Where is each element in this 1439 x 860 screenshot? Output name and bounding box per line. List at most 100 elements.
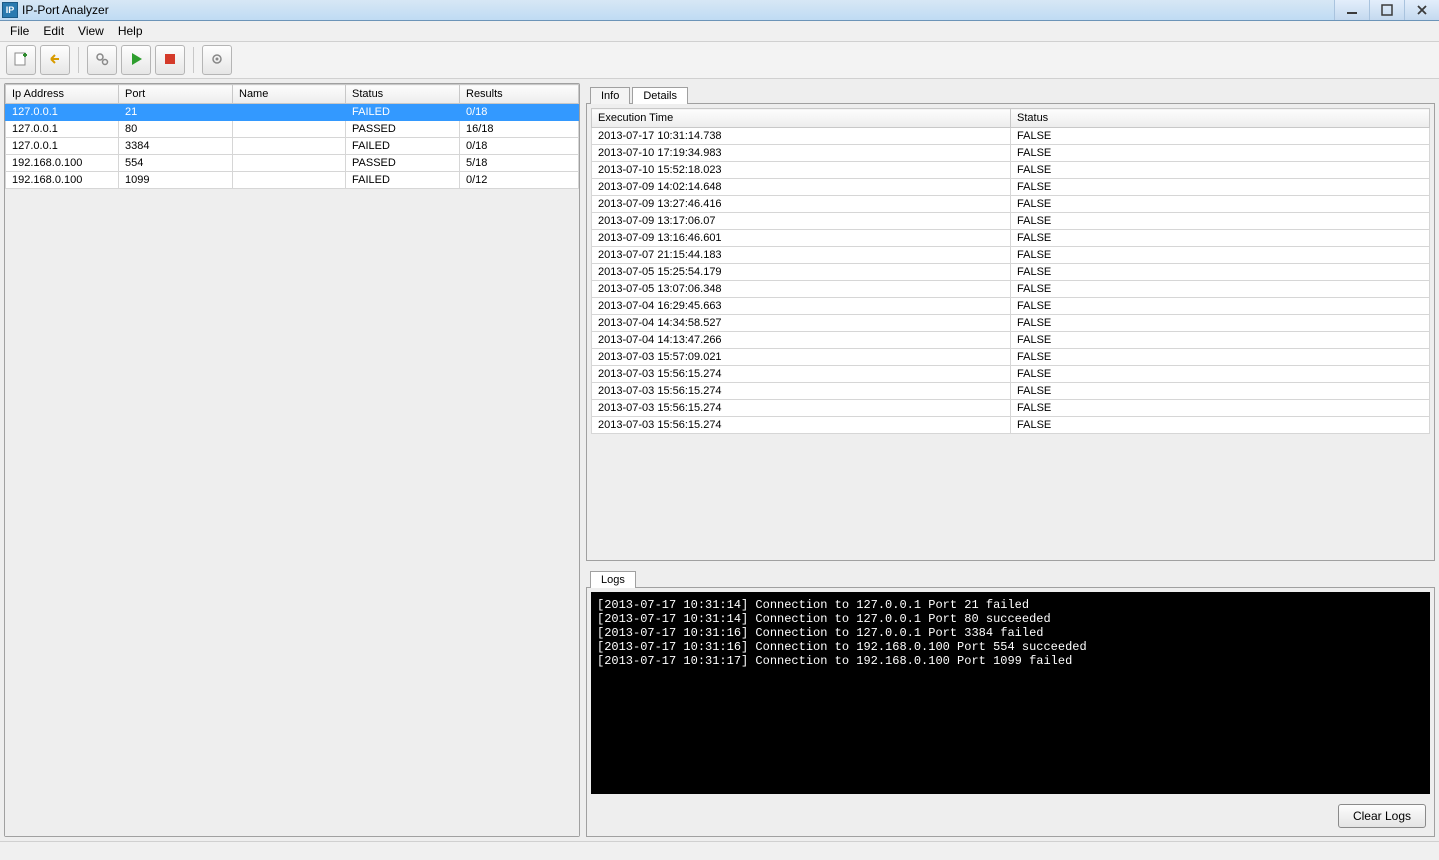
toolbar — [0, 42, 1439, 79]
titlebar: IP IP-Port Analyzer — [0, 0, 1439, 21]
cell-port: 554 — [119, 155, 233, 172]
cell-time: 2013-07-04 14:34:58.527 — [592, 315, 1011, 332]
table-row[interactable]: 2013-07-17 10:31:14.738FALSE — [592, 128, 1430, 145]
toolbar-separator — [78, 47, 79, 73]
menu-view[interactable]: View — [72, 22, 110, 40]
table-row[interactable]: 2013-07-09 13:27:46.416FALSE — [592, 196, 1430, 213]
hosts-col-status[interactable]: Status — [346, 85, 460, 104]
table-row[interactable]: 127.0.0.121FAILED0/18 — [6, 104, 579, 121]
details-tabstrip: Info Details — [590, 83, 1435, 103]
cell-name — [233, 104, 346, 121]
table-row[interactable]: 2013-07-09 13:16:46.601FALSE — [592, 230, 1430, 247]
cell-name — [233, 138, 346, 155]
cell-time: 2013-07-04 14:13:47.266 — [592, 332, 1011, 349]
hosts-table[interactable]: Ip Address Port Name Status Results 127.… — [5, 84, 579, 189]
details-table[interactable]: Execution Time Status 2013-07-17 10:31:1… — [591, 108, 1430, 434]
toolbar-separator — [193, 47, 194, 73]
table-row[interactable]: 2013-07-07 21:15:44.183FALSE — [592, 247, 1430, 264]
table-row[interactable]: 2013-07-10 17:19:34.983FALSE — [592, 145, 1430, 162]
details-col-time[interactable]: Execution Time — [592, 109, 1011, 128]
cell-status: PASSED — [346, 155, 460, 172]
gear-icon — [209, 51, 225, 70]
cell-status: FALSE — [1011, 315, 1430, 332]
details-col-status[interactable]: Status — [1011, 109, 1430, 128]
cell-name — [233, 155, 346, 172]
settings-button[interactable] — [87, 45, 117, 75]
table-row[interactable]: 2013-07-03 15:56:15.274FALSE — [592, 400, 1430, 417]
table-row[interactable]: 2013-07-10 15:52:18.023FALSE — [592, 162, 1430, 179]
cell-status: FAILED — [346, 138, 460, 155]
cell-status: FALSE — [1011, 383, 1430, 400]
cell-name — [233, 121, 346, 138]
table-row[interactable]: 127.0.0.13384FAILED0/18 — [6, 138, 579, 155]
clear-logs-button[interactable]: Clear Logs — [1338, 804, 1426, 828]
hosts-col-results[interactable]: Results — [460, 85, 579, 104]
logs-section: Logs [2013-07-17 10:31:14] Connection to… — [586, 567, 1435, 837]
table-row[interactable]: 2013-07-05 13:07:06.348FALSE — [592, 281, 1430, 298]
logs-box: [2013-07-17 10:31:14] Connection to 127.… — [586, 587, 1435, 837]
logs-console[interactable]: [2013-07-17 10:31:14] Connection to 127.… — [591, 592, 1430, 794]
menu-help[interactable]: Help — [112, 22, 149, 40]
import-button[interactable] — [40, 45, 70, 75]
play-icon — [128, 51, 144, 70]
cell-status: FALSE — [1011, 213, 1430, 230]
stop-icon — [162, 51, 178, 70]
table-row[interactable]: 2013-07-03 15:57:09.021FALSE — [592, 349, 1430, 366]
cell-time: 2013-07-04 16:29:45.663 — [592, 298, 1011, 315]
preferences-button[interactable] — [202, 45, 232, 75]
cell-time: 2013-07-09 13:17:06.07 — [592, 213, 1011, 230]
table-row[interactable]: 127.0.0.180PASSED16/18 — [6, 121, 579, 138]
cell-time: 2013-07-03 15:56:15.274 — [592, 383, 1011, 400]
details-box: Execution Time Status 2013-07-17 10:31:1… — [586, 103, 1435, 561]
cell-status: FALSE — [1011, 179, 1430, 196]
cell-status: FALSE — [1011, 366, 1430, 383]
cell-time: 2013-07-03 15:57:09.021 — [592, 349, 1011, 366]
table-row[interactable]: 2013-07-04 14:13:47.266FALSE — [592, 332, 1430, 349]
cell-name — [233, 172, 346, 189]
menu-edit[interactable]: Edit — [37, 22, 70, 40]
maximize-button[interactable] — [1369, 0, 1404, 20]
cell-time: 2013-07-10 17:19:34.983 — [592, 145, 1011, 162]
cell-status: FALSE — [1011, 332, 1430, 349]
cell-ip: 127.0.0.1 — [6, 121, 119, 138]
tab-logs[interactable]: Logs — [590, 571, 636, 588]
hosts-col-ip[interactable]: Ip Address — [6, 85, 119, 104]
hosts-col-name[interactable]: Name — [233, 85, 346, 104]
cell-ip: 192.168.0.100 — [6, 155, 119, 172]
cell-time: 2013-07-09 13:16:46.601 — [592, 230, 1011, 247]
close-button[interactable] — [1404, 0, 1439, 20]
table-row[interactable]: 192.168.0.100554 PASSED5/18 — [6, 155, 579, 172]
table-row[interactable]: 2013-07-03 15:56:15.274FALSE — [592, 417, 1430, 434]
cell-status: FALSE — [1011, 145, 1430, 162]
menu-file[interactable]: File — [4, 22, 35, 40]
cell-results: 5/18 — [460, 155, 579, 172]
tab-info[interactable]: Info — [590, 87, 630, 104]
table-row[interactable]: 192.168.0.1001099FAILED0/12 — [6, 172, 579, 189]
cell-status: FALSE — [1011, 128, 1430, 145]
cell-status: FALSE — [1011, 417, 1430, 434]
details-section: Info Details Execution Time Status 2013-… — [586, 83, 1435, 561]
cell-status: FALSE — [1011, 298, 1430, 315]
table-row[interactable]: 2013-07-09 14:02:14.648FALSE — [592, 179, 1430, 196]
statusbar — [0, 841, 1439, 860]
cell-port: 1099 — [119, 172, 233, 189]
new-button[interactable] — [6, 45, 36, 75]
table-row[interactable]: 2013-07-03 15:56:15.274FALSE — [592, 366, 1430, 383]
minimize-button[interactable] — [1334, 0, 1369, 20]
run-button[interactable] — [121, 45, 151, 75]
table-row[interactable]: 2013-07-09 13:17:06.07FALSE — [592, 213, 1430, 230]
table-row[interactable]: 2013-07-04 16:29:45.663FALSE — [592, 298, 1430, 315]
table-row[interactable]: 2013-07-05 15:25:54.179FALSE — [592, 264, 1430, 281]
gears-icon — [94, 51, 110, 70]
table-row[interactable]: 2013-07-04 14:34:58.527FALSE — [592, 315, 1430, 332]
logs-tabstrip: Logs — [590, 567, 1435, 587]
cell-time: 2013-07-05 15:25:54.179 — [592, 264, 1011, 281]
hosts-col-port[interactable]: Port — [119, 85, 233, 104]
cell-time: 2013-07-07 21:15:44.183 — [592, 247, 1011, 264]
right-panel: Info Details Execution Time Status 2013-… — [586, 83, 1435, 837]
stop-button[interactable] — [155, 45, 185, 75]
cell-time: 2013-07-09 13:27:46.416 — [592, 196, 1011, 213]
tab-details[interactable]: Details — [632, 87, 688, 104]
cell-time: 2013-07-03 15:56:15.274 — [592, 417, 1011, 434]
table-row[interactable]: 2013-07-03 15:56:15.274FALSE — [592, 383, 1430, 400]
